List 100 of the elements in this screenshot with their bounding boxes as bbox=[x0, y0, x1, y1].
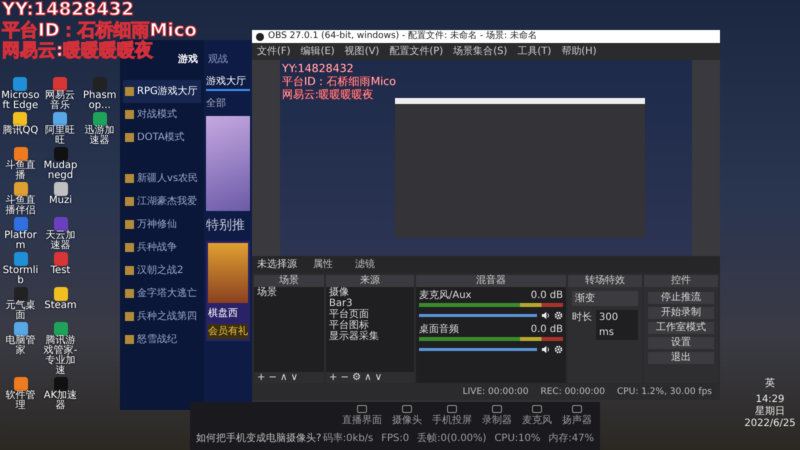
source-item[interactable]: 平台页面 bbox=[326, 309, 414, 320]
app-icon[interactable] bbox=[13, 112, 28, 126]
app-icon[interactable] bbox=[14, 322, 28, 336]
source-item[interactable]: 平台图标 bbox=[326, 320, 414, 331]
icon-label[interactable]: Phasmop... bbox=[80, 91, 120, 111]
app-icon[interactable] bbox=[53, 77, 67, 91]
scene-item[interactable]: 场景 bbox=[254, 287, 324, 298]
tool-label[interactable]: 直播界面 bbox=[342, 413, 382, 428]
speaker-icon[interactable] bbox=[541, 345, 550, 354]
sidebar-item[interactable]: 新疆人vs农民 bbox=[123, 167, 201, 190]
icon-label[interactable]: Stormlib bbox=[1, 266, 40, 286]
tool-icon[interactable] bbox=[357, 405, 367, 413]
icon-label[interactable]: 网易云音乐 bbox=[40, 91, 80, 111]
app-icon[interactable] bbox=[92, 112, 107, 126]
tool-icon[interactable] bbox=[402, 405, 412, 413]
toolbar-button[interactable]: 属性 bbox=[307, 257, 339, 272]
volume-slider[interactable] bbox=[419, 314, 537, 317]
app-icon[interactable] bbox=[14, 147, 28, 161]
control-button[interactable]: 工作室模式 bbox=[648, 322, 714, 334]
volume-slider[interactable] bbox=[419, 348, 537, 351]
tool-icon[interactable] bbox=[532, 405, 542, 413]
window-title: OBS 27.0.1 (64-bit, windows) - 配置文件: 未命名 - 场景: 未命名 bbox=[268, 30, 537, 43]
sidebar-item[interactable]: 万神修仙 bbox=[123, 213, 201, 236]
tool-label[interactable]: 麦克风 bbox=[522, 413, 552, 428]
tool-label[interactable]: 录制器 bbox=[482, 413, 512, 428]
sidebar-item[interactable]: 汉朝之战2 bbox=[123, 259, 201, 282]
source-item[interactable]: 摄像 bbox=[326, 287, 414, 298]
menu-item[interactable]: 帮助(H) bbox=[561, 44, 597, 59]
icon-label[interactable]: 腾讯游戏管家-专业加速 bbox=[41, 336, 80, 376]
card-title: 棋盘西 bbox=[208, 306, 239, 320]
icon-label[interactable]: Test bbox=[50, 266, 70, 276]
nav-tab[interactable]: 观战 bbox=[208, 52, 228, 67]
list-controls[interactable]: + − ∧ ∨ bbox=[254, 372, 324, 382]
menu-item[interactable]: 编辑(E) bbox=[300, 44, 335, 59]
sidebar-item[interactable]: 兵种战争 bbox=[123, 236, 201, 259]
icon-label[interactable]: 斗鱼直播 bbox=[1, 161, 40, 181]
help-link[interactable]: 如何把手机变成电脑摄像头? bbox=[196, 431, 322, 446]
list-controls[interactable]: + − ⚙ ∧ ∨ bbox=[326, 372, 414, 382]
control-button[interactable]: 开始录制 bbox=[648, 306, 714, 319]
icon-label[interactable]: 斗鱼直播伴侣 bbox=[1, 196, 40, 216]
overlay-text: 平台ID：石桥细雨Mico bbox=[282, 75, 398, 88]
tab[interactable]: 游戏大厅 bbox=[206, 74, 250, 91]
sidebar-item[interactable]: 金字塔大逃亡 bbox=[123, 282, 201, 305]
tool-label[interactable]: 扬声器 bbox=[562, 413, 592, 428]
sidebar-item[interactable]: 兵种之战第四 bbox=[123, 305, 201, 328]
app-icon[interactable] bbox=[14, 182, 28, 196]
stat-text: FPS:0 bbox=[381, 432, 410, 446]
app-icon[interactable] bbox=[54, 182, 68, 196]
icon-label[interactable]: Muzi bbox=[49, 196, 72, 206]
nav-tab[interactable]: 游戏 bbox=[178, 52, 198, 67]
icon-label[interactable]: AK加速器 bbox=[41, 391, 80, 411]
icon-label[interactable]: 软件管理 bbox=[1, 391, 40, 411]
control-button[interactable]: 设置 bbox=[648, 336, 714, 349]
icon-label[interactable]: 元气桌面 bbox=[1, 301, 40, 321]
settings-icon[interactable] bbox=[554, 345, 563, 354]
ime-indicator[interactable]: 英 bbox=[765, 378, 775, 390]
icon-label[interactable]: 天云加速器 bbox=[41, 231, 80, 251]
menu-item[interactable]: 工具(T) bbox=[517, 44, 552, 59]
icon-label[interactable]: 阿里旺旺 bbox=[40, 126, 80, 146]
menu-item[interactable]: 场景集合(S) bbox=[453, 44, 508, 59]
source-item[interactable]: 显示器采集 bbox=[326, 331, 414, 342]
member-badge: 会员有礼 bbox=[208, 324, 248, 338]
icon-label[interactable]: 电脑管家 bbox=[1, 336, 40, 356]
icon-label[interactable]: Mudapnegd bbox=[41, 161, 80, 181]
sidebar-item[interactable]: RPG游戏大厅 bbox=[123, 80, 201, 103]
control-button[interactable]: 退出 bbox=[648, 352, 714, 364]
tool-label[interactable]: 摄像头 bbox=[392, 413, 422, 428]
game-card[interactable]: 棋盘西 会员有礼 bbox=[206, 240, 250, 340]
settings-icon[interactable] bbox=[554, 311, 563, 320]
sidebar-item[interactable]: DOTA模式 bbox=[123, 126, 201, 149]
source-item[interactable]: Bar3 bbox=[326, 298, 414, 309]
toolbar-button[interactable]: 滤镜 bbox=[349, 257, 381, 272]
sidebar-item[interactable]: 怒雪战纪 bbox=[123, 328, 201, 351]
app-icon[interactable] bbox=[53, 112, 67, 126]
speaker-icon[interactable] bbox=[541, 311, 550, 320]
dock-title: 来源 bbox=[326, 275, 414, 287]
icon-label[interactable]: Steam bbox=[44, 301, 77, 311]
icon-label[interactable]: 迅游加速器 bbox=[80, 126, 120, 146]
icon-label[interactable]: Microsoft Edge bbox=[1, 91, 40, 111]
transition-select[interactable]: 渐变 bbox=[572, 291, 638, 306]
menu-item[interactable]: 配置文件(P) bbox=[389, 44, 444, 59]
filter-tab[interactable]: 全部 bbox=[206, 96, 250, 111]
menu-item[interactable]: 文件(F) bbox=[257, 44, 291, 59]
app-icon[interactable] bbox=[14, 377, 28, 391]
game-art bbox=[208, 242, 248, 302]
app-icon[interactable] bbox=[13, 77, 28, 91]
icon-label[interactable]: 腾讯QQ bbox=[2, 126, 38, 136]
tool-icon[interactable] bbox=[447, 405, 457, 413]
tool-label[interactable]: 手机投屏 bbox=[432, 413, 472, 428]
duration-field[interactable]: 300 ms bbox=[596, 310, 638, 340]
sidebar-item[interactable]: 江湖豪杰我爱 bbox=[123, 190, 201, 213]
sidebar-item[interactable]: 对战模式 bbox=[123, 103, 201, 126]
tool-icon[interactable] bbox=[572, 405, 582, 413]
icon-label[interactable]: Platform bbox=[1, 231, 40, 251]
status-text: REC: 00:00:00 bbox=[540, 386, 606, 398]
control-button[interactable]: 停止推流 bbox=[648, 292, 714, 304]
menu-item[interactable]: 视图(V) bbox=[344, 44, 380, 59]
app-icon[interactable] bbox=[54, 287, 68, 301]
app-icon[interactable] bbox=[54, 322, 68, 336]
tool-icon[interactable] bbox=[492, 405, 502, 413]
